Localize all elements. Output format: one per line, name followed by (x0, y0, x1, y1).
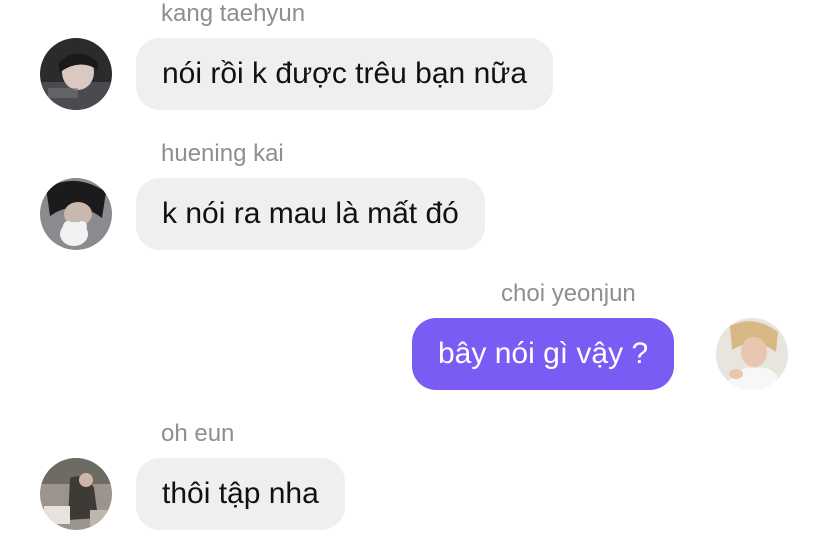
message-bubble[interactable]: thôi tập nha (136, 458, 345, 530)
message-bubble[interactable]: bây nói gì vậy ? (412, 318, 675, 390)
user-avatar-icon[interactable] (40, 458, 112, 530)
sender-name: huening kai (161, 140, 284, 167)
sender-name: oh eun (161, 420, 235, 447)
user-avatar-icon[interactable] (40, 38, 112, 110)
sender-name: choi yeonjun (501, 280, 636, 307)
user-avatar-icon[interactable] (40, 178, 112, 250)
message-bubble[interactable]: nói rồi k được trêu bạn nữa (136, 38, 554, 110)
user-avatar-icon[interactable] (716, 318, 788, 390)
message-bubble[interactable]: k nói ra mau là mất đó (136, 178, 485, 250)
sender-name: kang taehyun (161, 0, 306, 27)
